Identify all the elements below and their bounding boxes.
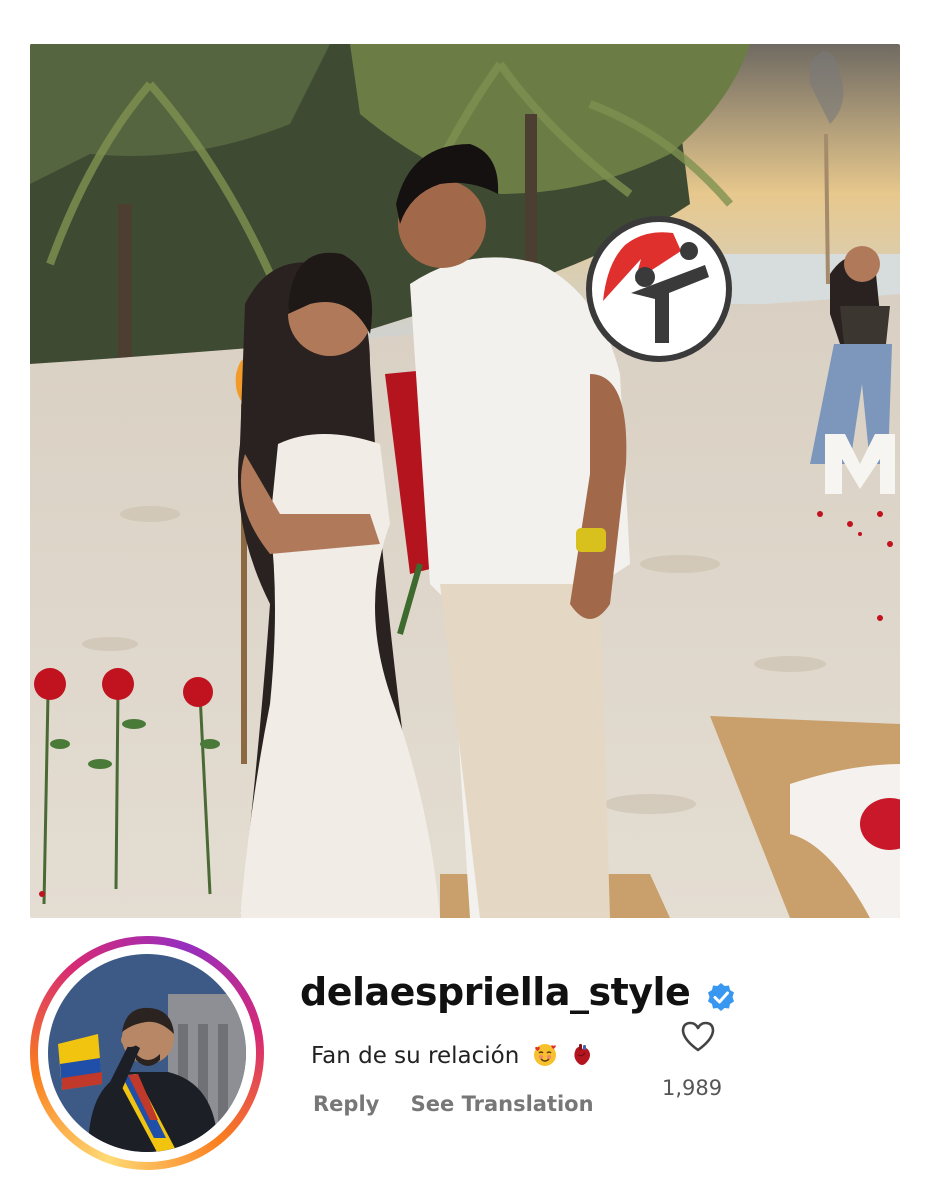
like-heart-icon[interactable]	[680, 1020, 716, 1052]
see-translation-button[interactable]: See Translation	[411, 1092, 594, 1116]
avatar[interactable]	[48, 954, 246, 1152]
sports-brand-logo-icon	[586, 216, 732, 362]
comment-row: delaespriella_style Fan de su relación R…	[0, 930, 927, 1200]
comment-text: Fan de su relación	[311, 1043, 594, 1069]
beach-photo	[30, 44, 900, 918]
smiling-face-with-hearts-icon	[533, 1044, 556, 1066]
avatar-story-ring[interactable]	[30, 936, 264, 1170]
avatar-border	[38, 944, 256, 1162]
comment-actions: Reply See Translation	[313, 1092, 618, 1116]
comment-body: Fan de su relación	[311, 1043, 520, 1069]
like-count: 1,989	[662, 1076, 723, 1100]
reply-button[interactable]: Reply	[313, 1092, 379, 1116]
post-image[interactable]	[30, 44, 900, 918]
comment-username[interactable]: delaespriella_style	[300, 970, 691, 1014]
anatomical-heart-icon	[574, 1044, 590, 1065]
avatar-image	[48, 954, 246, 1152]
verified-badge-icon	[708, 983, 734, 1011]
brand-logo-badge	[585, 215, 733, 363]
